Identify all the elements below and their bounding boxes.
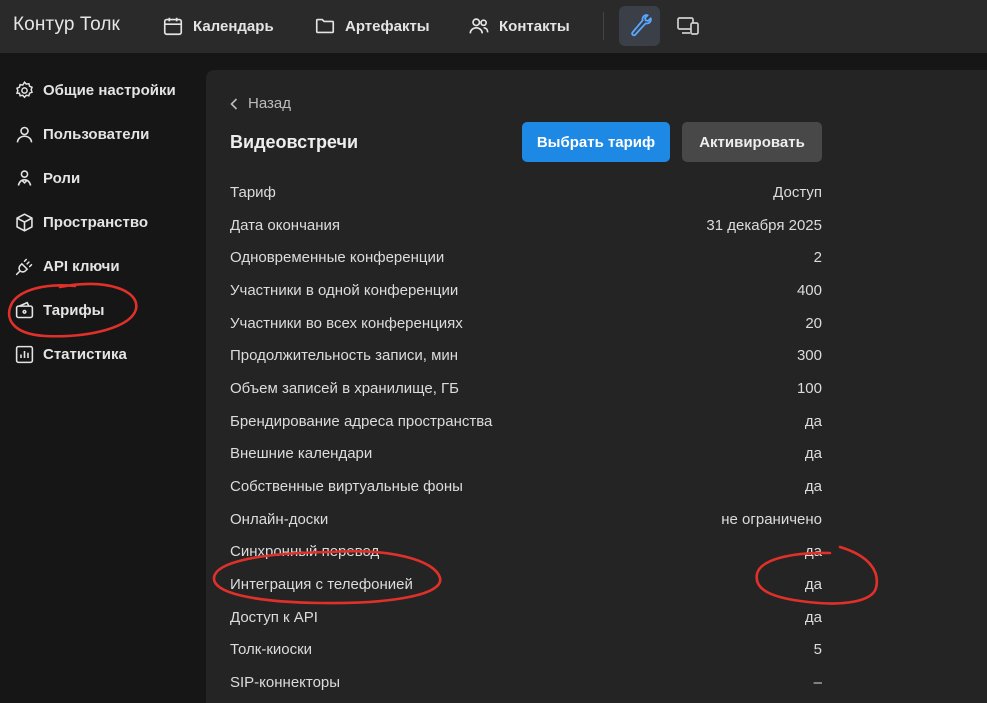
row-label: Синхронный перевод xyxy=(230,543,380,561)
table-row: Онлайн-доски не ограничено xyxy=(230,503,822,536)
row-label: Толк-киоски xyxy=(230,641,313,659)
row-value: 400 xyxy=(796,281,822,299)
row-value: 31 декабря 2025 xyxy=(706,216,822,234)
nav-contacts[interactable]: Контакты xyxy=(468,13,570,39)
table-row: Тариф Доступ xyxy=(230,176,822,209)
row-label: Интеграция с телефонией xyxy=(230,576,413,594)
sidebar-item-label: API ключи xyxy=(43,257,120,275)
row-label: Продолжительность записи, мин xyxy=(230,347,459,365)
cube-icon xyxy=(16,212,33,232)
table-row: Синхронный перевод да xyxy=(230,536,822,569)
row-label: Объем записей в хранилище, ГБ xyxy=(230,379,459,397)
row-label: Собственные виртуальные фоны xyxy=(230,478,463,496)
back-link[interactable]: Назад xyxy=(230,95,291,112)
settings-sidebar: Общие настройки Пользователи Роли Простр… xyxy=(0,53,205,703)
row-value: 300 xyxy=(796,347,822,365)
table-row: Дата окончания 31 декабря 2025 xyxy=(230,209,822,242)
back-label: Назад xyxy=(248,95,291,112)
row-value: да xyxy=(804,608,822,626)
table-row: Одновременные конференции 2 xyxy=(230,241,822,274)
row-value: да xyxy=(804,412,822,430)
row-value: 5 xyxy=(813,641,822,659)
tariff-panel: Назад Видеовстречи Выбрать тариф Активир… xyxy=(206,70,987,703)
table-row: Участники во всех конференциях 20 xyxy=(230,307,822,340)
nav-calendar[interactable]: Календарь xyxy=(162,13,274,39)
table-row: SIP-коннекторы – xyxy=(230,666,822,699)
row-label: Брендирование адреса пространства xyxy=(230,412,493,430)
gear-icon xyxy=(15,80,33,98)
top-bar: Контур Толк Календарь Артефакты Контакты xyxy=(0,0,987,53)
sidebar-item-label: Роли xyxy=(43,169,81,187)
row-value: да xyxy=(804,576,822,594)
choose-tariff-button[interactable]: Выбрать тариф xyxy=(522,122,670,162)
nav-calendar-label: Календарь xyxy=(193,17,274,35)
nav-artifacts-label: Артефакты xyxy=(345,17,430,35)
chevron-left-icon xyxy=(230,97,238,110)
row-value: 100 xyxy=(796,379,822,397)
admin-settings-button[interactable] xyxy=(619,6,660,46)
nav-divider xyxy=(603,12,604,40)
row-label: Участники во всех конференциях xyxy=(230,314,463,332)
row-value: 2 xyxy=(813,249,822,267)
row-label: Дата окончания xyxy=(230,216,341,234)
nav-contacts-label: Контакты xyxy=(499,17,570,35)
sidebar-item-statistics[interactable]: Статистика xyxy=(14,342,127,366)
row-label: SIP-коннекторы xyxy=(230,674,341,692)
sidebar-item-api-keys[interactable]: API ключи xyxy=(14,254,120,278)
page-title: Видеовстречи xyxy=(230,132,359,152)
app-logo[interactable]: Контур Толк xyxy=(13,14,120,36)
tariff-details-list: Тариф Доступ Дата окончания 31 декабря 2025… xyxy=(230,176,822,699)
sidebar-item-label: Общие настройки xyxy=(43,81,176,99)
table-row: Продолжительность записи, мин 300 xyxy=(230,339,822,372)
wallet-icon xyxy=(15,301,34,318)
sidebar-item-users[interactable]: Пользователи xyxy=(14,122,149,146)
row-value: да xyxy=(804,543,822,561)
calendar-icon xyxy=(163,17,183,36)
row-label: Доступ к API xyxy=(230,608,318,626)
devices-icon xyxy=(677,17,699,35)
nav-artifacts[interactable]: Артефакты xyxy=(314,13,430,39)
sidebar-item-label: Статистика xyxy=(43,345,127,363)
stats-icon xyxy=(15,345,34,363)
row-value: да xyxy=(804,478,822,496)
plug-icon xyxy=(15,258,33,275)
table-row: Брендирование адреса пространства да xyxy=(230,405,822,438)
row-value: 20 xyxy=(805,314,822,332)
row-value: – xyxy=(813,674,822,692)
table-row: Объем записей в хранилище, ГБ 100 xyxy=(230,372,822,405)
row-label: Участники в одной конференции xyxy=(230,281,459,299)
row-label: Тариф xyxy=(230,183,276,201)
devices-button[interactable] xyxy=(674,13,702,39)
sidebar-item-space[interactable]: Пространство xyxy=(14,210,148,234)
table-row: Участники в одной конференции 400 xyxy=(230,274,822,307)
table-row: Собственные виртуальные фоны да xyxy=(230,470,822,503)
table-row: Доступ к API да xyxy=(230,601,822,634)
activate-button[interactable]: Активировать xyxy=(682,122,822,162)
sidebar-item-tariffs[interactable]: Тарифы xyxy=(14,298,104,322)
user-icon xyxy=(16,126,33,142)
row-value: не ограничено xyxy=(721,510,822,528)
sidebar-item-label: Пространство xyxy=(43,213,149,231)
contacts-icon xyxy=(469,18,489,34)
sidebar-item-roles[interactable]: Роли xyxy=(14,166,80,190)
row-value: да xyxy=(804,445,822,463)
row-label: Одновременные конференции xyxy=(230,249,445,267)
table-row: Интеграция с телефонией да xyxy=(230,568,822,601)
wrench-icon xyxy=(630,14,652,37)
row-label: Внешние календари xyxy=(230,445,373,463)
sidebar-item-label: Тарифы xyxy=(43,301,105,319)
table-row: Толк-киоски 5 xyxy=(230,634,822,667)
sidebar-item-label: Пользователи xyxy=(43,125,150,143)
roles-icon xyxy=(17,169,32,186)
row-label: Онлайн-доски xyxy=(230,510,329,528)
folder-icon xyxy=(315,18,335,34)
row-value: Доступ xyxy=(773,183,822,201)
sidebar-item-general[interactable]: Общие настройки xyxy=(14,78,176,102)
table-row: Внешние календари да xyxy=(230,438,822,471)
